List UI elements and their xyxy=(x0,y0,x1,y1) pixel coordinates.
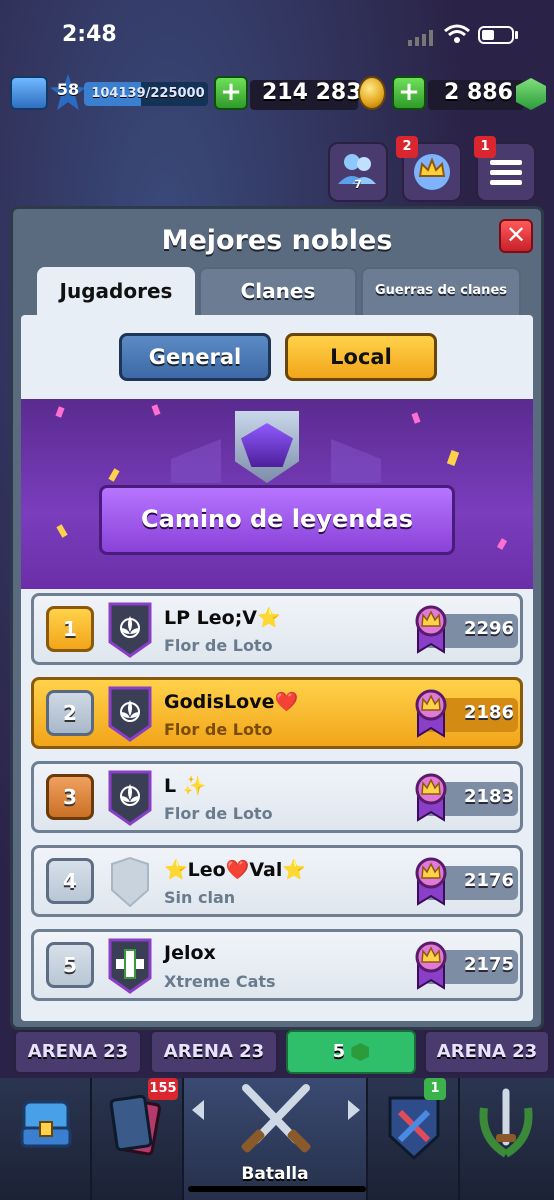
list-item[interactable]: 5 Jelox Xtreme Cats 2175 xyxy=(31,929,523,1001)
buy-gold-button[interactable]: + xyxy=(214,76,248,110)
laurel-sword-icon xyxy=(479,1088,533,1158)
player-score: 2186 xyxy=(463,702,515,723)
tab-clan-wars[interactable]: Guerras de clanes xyxy=(361,267,521,319)
friends-icon xyxy=(338,154,376,184)
nav-battle[interactable]: Batalla xyxy=(184,1078,368,1200)
player-clan: Sin clan xyxy=(164,888,236,907)
battery-tip xyxy=(515,31,518,39)
player-score: 2296 xyxy=(463,618,515,639)
segment-local-button[interactable]: Local xyxy=(285,333,437,381)
wifi-icon xyxy=(444,24,470,43)
top-nobles-modal: Mejores nobles ✕ Jugadores Clanes Guerra… xyxy=(10,206,544,1030)
close-button[interactable]: ✕ xyxy=(499,219,533,253)
xp-text: 104139/225000 xyxy=(91,86,205,101)
crown-medal-icon xyxy=(415,605,447,654)
crown-medal-icon xyxy=(415,857,447,906)
empty-clan-badge-icon xyxy=(111,856,149,908)
trophy-road-icon[interactable] xyxy=(10,76,48,110)
rank-badge: 2 xyxy=(46,690,94,736)
tab-players[interactable]: Jugadores xyxy=(37,267,195,319)
player-name: LP Leo;V⭐ xyxy=(164,607,281,629)
lotus-clan-badge-icon xyxy=(108,686,152,742)
arena-card-right[interactable]: ARENA 23 xyxy=(424,1030,550,1074)
legends-path-banner: Camino de leyendas xyxy=(21,399,533,589)
home-indicator xyxy=(188,1186,366,1192)
player-name: ⭐Leo❤️Val⭐ xyxy=(164,859,307,881)
menu-badge-count: 1 xyxy=(474,136,496,158)
clan-badge-count: 2 xyxy=(396,136,418,158)
gems-amount: 2 886 xyxy=(444,80,513,105)
tab-label: Clanes xyxy=(240,279,316,303)
modal-title: Mejores nobles xyxy=(161,225,393,256)
status-time: 2:48 xyxy=(62,22,117,47)
player-score: 2175 xyxy=(463,954,515,975)
nav-cards[interactable]: 155 xyxy=(92,1078,184,1200)
player-name: L ✨ xyxy=(164,775,207,797)
player-score: 2176 xyxy=(463,870,515,891)
list-item[interactable]: 3 L ✨ Flor de Loto 2183 xyxy=(31,761,523,833)
player-list: 1 LP Leo;V⭐ Flor de Loto 2296 2 GodisLove❤️ Fl… xyxy=(21,593,533,1021)
player-clan: Xtreme Cats xyxy=(164,972,276,991)
nav-events[interactable] xyxy=(460,1078,552,1200)
player-score: 2183 xyxy=(463,786,515,807)
battle-label: Batalla xyxy=(241,1164,309,1184)
player-clan: Flor de Loto xyxy=(164,636,273,655)
nav-shop[interactable] xyxy=(0,1078,92,1200)
list-item[interactable]: 2 GodisLove❤️ Flor de Loto 2186 xyxy=(31,677,523,749)
rank-badge: 5 xyxy=(46,942,94,988)
level-number: 58 xyxy=(56,80,80,99)
gold-coin-icon xyxy=(358,76,386,110)
crown-medal-icon xyxy=(415,941,447,990)
arena-gem-count: 5 xyxy=(332,1041,346,1062)
crown-medal-icon xyxy=(415,773,447,822)
segment-general-button[interactable]: General xyxy=(119,333,271,381)
signal-icon xyxy=(408,30,433,46)
rank-badge: 1 xyxy=(46,606,94,652)
list-item[interactable]: 1 LP Leo;V⭐ Flor de Loto 2296 xyxy=(31,593,523,665)
banner-title: Camino de leyendas xyxy=(141,505,413,533)
crown-medal-icon xyxy=(415,689,447,738)
status-bar: 2:48 xyxy=(0,0,554,70)
gem-icon xyxy=(351,1043,370,1061)
leaderboard-content: General Local Camino de leyendas 1 LP Leo… xyxy=(21,315,533,1021)
gold-amount: 214 283 xyxy=(262,80,362,105)
list-item[interactable]: 4 ⭐Leo❤️Val⭐ Sin clan 2176 xyxy=(31,845,523,917)
rank-badge: 4 xyxy=(46,858,94,904)
battery-icon xyxy=(478,26,514,44)
chest-icon xyxy=(20,1100,72,1148)
player-clan: Flor de Loto xyxy=(164,804,273,823)
tab-label: Guerras de clanes xyxy=(375,283,507,298)
cards-badge-count: 155 xyxy=(148,1078,178,1100)
resource-bar: 58 104139/225000 + 214 283 + 2 886 xyxy=(0,72,554,116)
player-name: Jelox xyxy=(164,942,216,964)
clan-shield-icon xyxy=(388,1096,440,1161)
lotus-clan-badge-icon xyxy=(108,602,152,658)
friends-button[interactable]: 7 xyxy=(328,142,388,202)
player-clan: Flor de Loto xyxy=(164,720,273,739)
arena-card-gems[interactable]: 5 xyxy=(286,1030,416,1074)
clan-nav-badge: 1 xyxy=(424,1078,446,1100)
close-icon: ✕ xyxy=(505,221,527,249)
lotus-clan-badge-icon xyxy=(108,770,152,826)
arena-card-center-left[interactable]: ARENA 23 xyxy=(150,1030,278,1074)
player-name: GodisLove❤️ xyxy=(164,691,299,713)
bottom-nav: 155 Batalla 1 xyxy=(0,1078,554,1200)
rank-badge: 3 xyxy=(46,774,94,820)
tab-label: Jugadores xyxy=(59,279,173,303)
arena-strip: ARENA 23 ARENA 23 5 ARENA 23 xyxy=(0,1030,554,1076)
crossed-swords-icon xyxy=(241,1084,311,1153)
friends-count: 7 xyxy=(354,178,362,191)
arena-card-left[interactable]: ARENA 23 xyxy=(14,1030,142,1074)
tab-clans[interactable]: Clanes xyxy=(199,267,357,319)
cross-clan-badge-icon xyxy=(108,938,152,994)
buy-gems-button[interactable]: + xyxy=(392,76,426,110)
nav-clan[interactable]: 1 xyxy=(368,1078,460,1200)
